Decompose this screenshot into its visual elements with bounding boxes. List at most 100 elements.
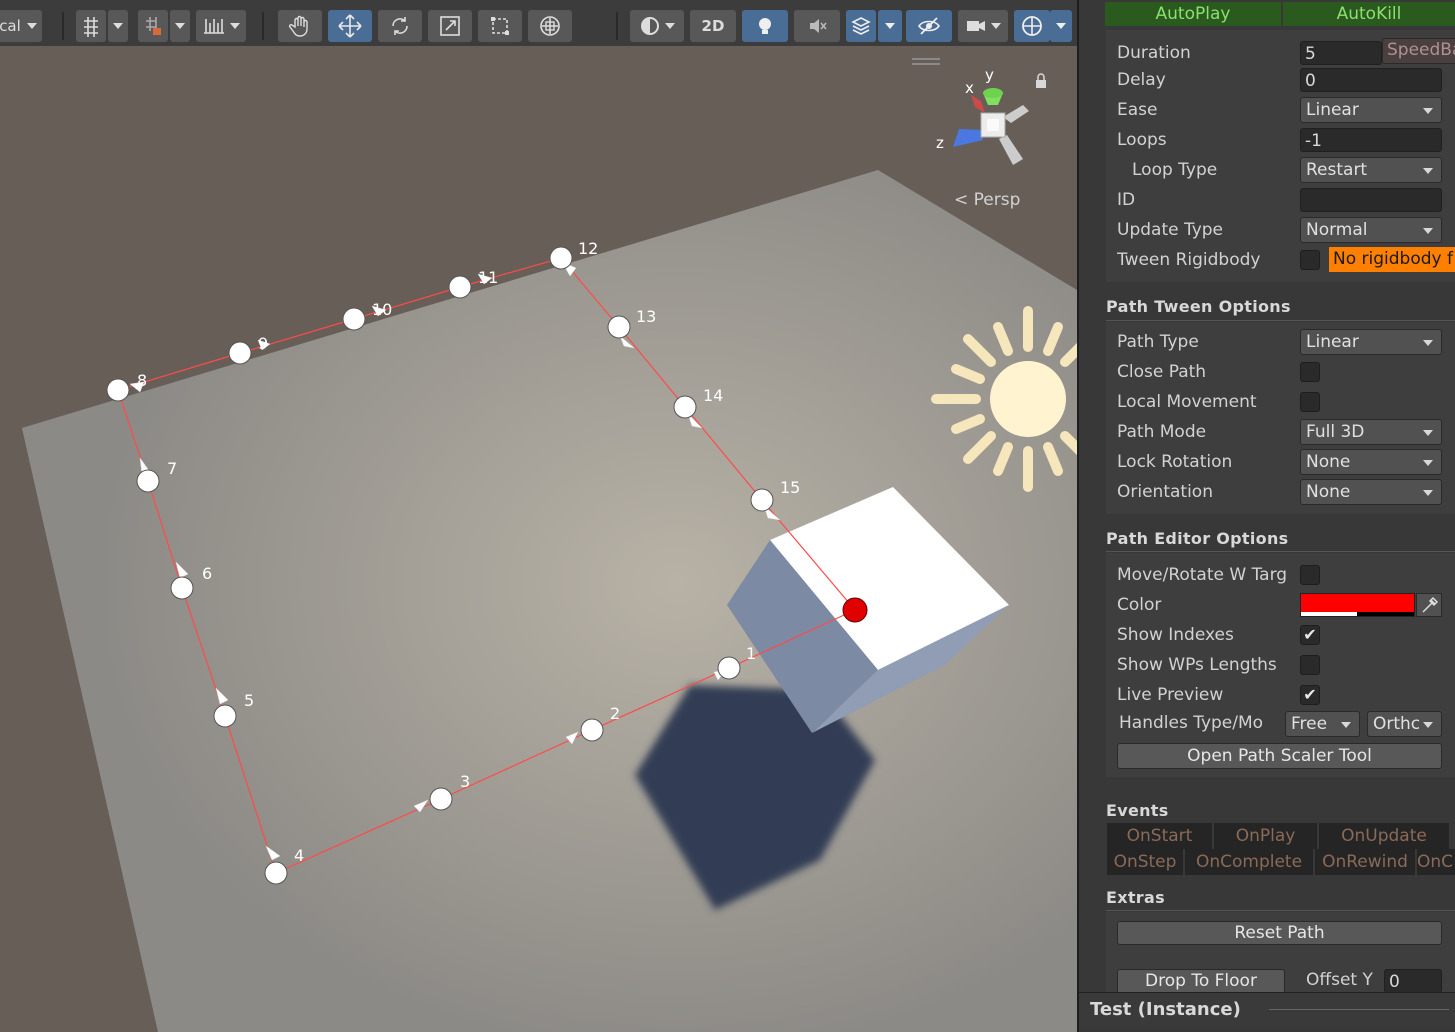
transform-tool-button[interactable] xyxy=(528,10,572,42)
lighting-toggle-button[interactable] xyxy=(742,10,788,42)
autokill-toggle[interactable]: AutoKill xyxy=(1283,2,1455,26)
waypoint-index-3: 3 xyxy=(460,772,471,791)
projection-toggle[interactable]: < Persp xyxy=(954,190,1020,210)
scene-visibility-button[interactable] xyxy=(906,10,952,42)
handles-type-value: Free xyxy=(1291,714,1328,734)
autoplay-toggle[interactable]: AutoPlay xyxy=(1105,2,1281,26)
gizmo-x-label: x xyxy=(965,79,974,97)
path-tween-options-header: Path Tween Options xyxy=(1106,297,1291,316)
effects-dropdown[interactable] xyxy=(878,10,902,42)
pivot-space-dropdown[interactable]: cal xyxy=(0,10,42,42)
scene-view[interactable]: cal 2D y x z < Persp 1 2 3 4 5 6 7 8 9 1… xyxy=(0,0,1077,1032)
hand-tool-button[interactable] xyxy=(278,10,322,42)
audio-toggle-button[interactable] xyxy=(794,10,840,42)
waypoint-index-13: 13 xyxy=(636,307,657,326)
duration-field[interactable]: 5 xyxy=(1300,41,1382,65)
grid-ruler-icon xyxy=(204,19,224,34)
grid-visibility-button[interactable] xyxy=(196,10,246,42)
handles-type-dropdown[interactable]: Free xyxy=(1285,711,1360,737)
lock-rotation-dropdown[interactable]: None xyxy=(1300,449,1442,475)
chevron-down-icon xyxy=(1423,340,1433,346)
gizmos-button[interactable] xyxy=(1014,10,1050,42)
inspector-footer: Test (Instance) xyxy=(1079,992,1455,1027)
path-type-dropdown[interactable]: Linear xyxy=(1300,329,1442,355)
move-tool-button[interactable] xyxy=(328,10,372,42)
loops-field[interactable]: -1 xyxy=(1300,128,1442,152)
ease-dropdown[interactable]: Linear xyxy=(1300,97,1442,123)
chevron-down-icon xyxy=(175,23,185,29)
offset-y-field[interactable]: 0 xyxy=(1384,969,1442,993)
waypoint-index-9: 9 xyxy=(258,334,269,353)
waypoint-index-7: 7 xyxy=(167,459,178,478)
move-rotate-checkbox[interactable] xyxy=(1300,565,1320,585)
update-type-value: Normal xyxy=(1306,220,1368,240)
event-onstart[interactable]: OnStart xyxy=(1107,823,1212,849)
gizmos-dropdown[interactable] xyxy=(1050,10,1072,42)
orientation-value: None xyxy=(1306,482,1351,502)
scene-toolbar: cal 2D xyxy=(0,0,1077,47)
event-onrewind[interactable]: OnRewind xyxy=(1315,849,1415,875)
waypoint-index-11: 11 xyxy=(478,268,499,287)
increment-snap-button[interactable] xyxy=(138,10,168,42)
event-onupdate[interactable]: OnUpdate xyxy=(1319,823,1449,849)
local-movement-checkbox[interactable] xyxy=(1300,392,1320,412)
orientation-label: Orientation xyxy=(1117,482,1213,502)
toggle-2d-button[interactable]: 2D xyxy=(690,10,736,42)
toolbar-divider xyxy=(62,12,64,40)
orientation-dropdown[interactable]: None xyxy=(1300,479,1442,505)
path-mode-dropdown[interactable]: Full 3D xyxy=(1300,419,1442,445)
close-path-label: Close Path xyxy=(1117,362,1207,382)
scale-tool-button[interactable] xyxy=(428,10,472,42)
effects-toggle-button[interactable] xyxy=(846,10,876,42)
waypoint-index-14: 14 xyxy=(703,386,724,405)
draw-mode-dropdown[interactable] xyxy=(630,10,684,42)
id-field[interactable] xyxy=(1300,188,1442,212)
live-preview-checkbox[interactable]: ✔ xyxy=(1300,685,1320,705)
event-onstep[interactable]: OnStep xyxy=(1107,849,1183,875)
scene-camera-dropdown[interactable] xyxy=(958,10,1008,42)
ease-label: Ease xyxy=(1117,100,1158,120)
gizmo-z-label: z xyxy=(936,134,944,152)
open-path-scaler-button[interactable]: Open Path Scaler Tool xyxy=(1117,743,1442,769)
reset-path-button[interactable]: Reset Path xyxy=(1117,921,1442,945)
path-start-handle[interactable] xyxy=(842,597,868,623)
chevron-down-icon xyxy=(1423,108,1433,114)
section-divider xyxy=(1106,551,1455,552)
delay-field[interactable]: 0 xyxy=(1300,68,1442,92)
event-onplay[interactable]: OnPlay xyxy=(1214,823,1317,849)
waypoint-index-12: 12 xyxy=(578,239,599,258)
grid-snap-button[interactable] xyxy=(76,10,106,42)
close-path-checkbox[interactable] xyxy=(1300,362,1320,382)
speedbased-toggle[interactable]: SpeedBa xyxy=(1382,38,1455,64)
overlay-drag-handle[interactable] xyxy=(912,58,940,60)
handles-mode-dropdown[interactable]: Orthc xyxy=(1367,711,1442,737)
update-type-dropdown[interactable]: Normal xyxy=(1300,217,1442,243)
color-swatch[interactable] xyxy=(1300,593,1415,617)
rect-transform-icon xyxy=(491,17,509,35)
show-indexes-label: Show Indexes xyxy=(1117,625,1234,645)
show-wps-lengths-checkbox[interactable] xyxy=(1300,655,1320,675)
chevron-down-icon xyxy=(665,23,675,29)
tween-rigidbody-checkbox[interactable] xyxy=(1300,250,1320,270)
eyedropper-button[interactable] xyxy=(1416,593,1442,617)
event-oncomplete[interactable]: OnComplete xyxy=(1185,849,1313,875)
ease-value: Linear xyxy=(1306,100,1359,120)
chevron-down-icon xyxy=(991,23,1001,29)
rect-tool-button[interactable] xyxy=(478,10,522,42)
chevron-down-icon xyxy=(1423,430,1433,436)
chevron-down-icon xyxy=(230,23,240,29)
grid-snap-dropdown[interactable] xyxy=(108,10,128,42)
chevron-down-icon xyxy=(1423,228,1433,234)
rotate-tool-button[interactable] xyxy=(378,10,422,42)
offset-y-label: Offset Y xyxy=(1306,970,1373,990)
path-mode-label: Path Mode xyxy=(1117,422,1207,442)
scene-viewport[interactable]: y x z < Persp 1 2 3 4 5 6 7 8 9 10 11 12… xyxy=(0,46,1077,1032)
path-editor-options-header: Path Editor Options xyxy=(1106,529,1289,548)
update-type-label: Update Type xyxy=(1117,220,1224,240)
event-oncomplete-more[interactable]: OnC xyxy=(1417,849,1455,875)
extras-header: Extras xyxy=(1106,888,1165,907)
loop-type-dropdown[interactable]: Restart xyxy=(1300,157,1442,183)
handles-type-label: Handles Type/Mo xyxy=(1119,713,1264,733)
show-indexes-checkbox[interactable]: ✔ xyxy=(1300,625,1320,645)
increment-snap-dropdown[interactable] xyxy=(170,10,190,42)
